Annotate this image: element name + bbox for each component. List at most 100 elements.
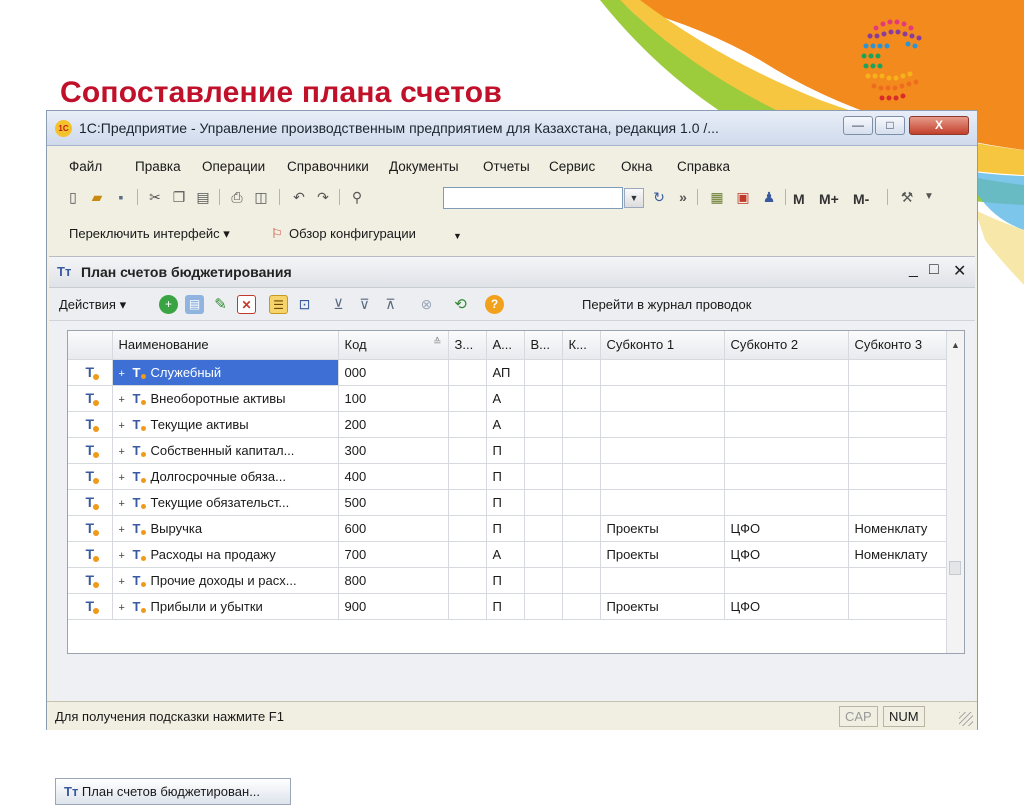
cell-name[interactable]: + Т Текущие обязательст... — [112, 489, 339, 516]
filter-by-value-icon[interactable]: ⊻ — [329, 295, 348, 314]
cell-s1[interactable] — [600, 411, 725, 438]
col-a[interactable]: А... — [486, 331, 525, 360]
edit-pencil-icon[interactable]: ✎ — [211, 295, 230, 314]
print-preview-icon[interactable]: ◫ — [251, 187, 271, 207]
col-icon[interactable] — [68, 331, 113, 360]
cell-code[interactable]: 800 — [338, 567, 449, 594]
cell-code[interactable]: 900 — [338, 593, 449, 620]
menu-reports[interactable]: Отчеты — [483, 159, 530, 174]
cell-k[interactable] — [562, 515, 601, 542]
cell-v[interactable] — [524, 437, 563, 464]
cell-k[interactable] — [562, 567, 601, 594]
col-z[interactable]: З... — [448, 331, 487, 360]
cell-s3[interactable] — [848, 437, 949, 464]
expand-icon[interactable]: + — [119, 394, 133, 406]
cell-s3[interactable] — [848, 385, 949, 412]
memory-plus-button[interactable]: M+ — [819, 191, 839, 207]
clear-filter-icon[interactable]: ⊗ — [417, 295, 436, 314]
cell-s1[interactable]: Проекты — [600, 515, 725, 542]
table-row[interactable]: Т + Т Собственный капитал... 300 П — [68, 437, 949, 464]
maximize-button[interactable]: □ — [875, 116, 905, 135]
menu-windows[interactable]: Окна — [621, 159, 652, 174]
back-icon[interactable]: ↶ — [289, 187, 309, 207]
cell-s3[interactable] — [848, 567, 949, 594]
cell-code[interactable]: 300 — [338, 437, 449, 464]
cell-code[interactable]: 100 — [338, 385, 449, 412]
doc-minimize-button[interactable]: _ — [909, 261, 918, 279]
cell-a[interactable]: П — [486, 463, 525, 490]
cell-v[interactable] — [524, 541, 563, 568]
help-icon[interactable]: ? — [485, 295, 504, 314]
table-row[interactable]: Т + Т Прочие доходы и расх... 800 П — [68, 567, 949, 594]
memory-button[interactable]: M — [793, 191, 805, 207]
cell-code[interactable]: 700 — [338, 541, 449, 568]
cell-s2[interactable] — [724, 437, 849, 464]
cell-k[interactable] — [562, 359, 601, 386]
cell-s3[interactable]: Номенклату — [848, 541, 949, 568]
expand-icon[interactable]: + — [119, 524, 133, 536]
expand-icon[interactable]: + — [119, 498, 133, 510]
cell-name[interactable]: + Т Прочие доходы и расх... — [112, 567, 339, 594]
cell-s3[interactable]: Номенклату — [848, 515, 949, 542]
table-row[interactable]: Т + Т Внеоборотные активы 100 А — [68, 385, 949, 412]
menu-file[interactable]: Файл — [69, 159, 102, 174]
users-icon[interactable]: ♟ — [759, 187, 779, 207]
table-row[interactable]: Т + Т Расходы на продажу 700 А Проекты ЦФО Номен… — [68, 541, 949, 568]
vertical-scrollbar[interactable]: ▲ — [946, 331, 964, 653]
cell-s3[interactable] — [848, 411, 949, 438]
cell-v[interactable] — [524, 567, 563, 594]
table-row[interactable]: Т + Т Текущие активы 200 А — [68, 411, 949, 438]
cell-a[interactable]: П — [486, 515, 525, 542]
switch-interface-button[interactable]: Переключить интерфейс ▾ — [69, 226, 230, 242]
table-row[interactable]: Т + Т Выручка 600 П Проекты ЦФО Номенклату — [68, 515, 949, 542]
cell-code[interactable]: 400 — [338, 463, 449, 490]
col-code[interactable]: Код ≙ — [338, 331, 449, 360]
search-dropdown-button[interactable]: ▼ — [624, 188, 644, 208]
filter-list-icon[interactable]: ⊼ — [381, 295, 400, 314]
cell-s3[interactable] — [848, 359, 949, 386]
cell-a[interactable]: А — [486, 411, 525, 438]
calculator-icon[interactable]: ▦ — [707, 187, 727, 207]
cell-k[interactable] — [562, 489, 601, 516]
open-folder-icon[interactable]: ▰ — [87, 187, 107, 207]
actions-menu[interactable]: Действия ▾ — [59, 297, 126, 313]
cell-code[interactable]: 000 — [338, 359, 449, 386]
doc-maximize-button[interactable]: □ — [929, 261, 939, 279]
col-name[interactable]: Наименование — [112, 331, 339, 360]
search-input[interactable] — [443, 187, 623, 209]
add-group-icon[interactable]: ▤ — [185, 295, 204, 314]
cell-s2[interactable] — [724, 463, 849, 490]
cell-code[interactable]: 500 — [338, 489, 449, 516]
cell-s2[interactable] — [724, 489, 849, 516]
more-icon[interactable]: » — [673, 187, 693, 207]
cell-k[interactable] — [562, 541, 601, 568]
expand-icon[interactable]: + — [119, 446, 133, 458]
table-row[interactable]: Т + Т Прибыли и убытки 900 П Проекты ЦФО — [68, 593, 949, 620]
cut-icon[interactable]: ✂ — [145, 187, 165, 207]
cell-name[interactable]: + Т Текущие активы — [112, 411, 339, 438]
cell-a[interactable]: П — [486, 489, 525, 516]
cell-s2[interactable]: ЦФО — [724, 541, 849, 568]
cell-a[interactable]: А — [486, 541, 525, 568]
cell-v[interactable] — [524, 463, 563, 490]
cell-s2[interactable]: ЦФО — [724, 593, 849, 620]
cell-v[interactable] — [524, 385, 563, 412]
expand-icon[interactable]: + — [119, 602, 133, 614]
find-next-icon[interactable]: ↻ — [649, 187, 669, 207]
cell-k[interactable] — [562, 385, 601, 412]
cell-a[interactable]: А — [486, 385, 525, 412]
new-document-icon[interactable]: ▯ — [63, 187, 83, 207]
col-v[interactable]: В... — [524, 331, 563, 360]
cell-code[interactable]: 200 — [338, 411, 449, 438]
cell-z[interactable] — [448, 515, 487, 542]
cell-name[interactable]: + Т Долгосрочные обяза... — [112, 463, 339, 490]
expand-icon[interactable]: + — [119, 550, 133, 562]
hierarchy-view-icon[interactable]: ☰ — [269, 295, 288, 314]
cell-v[interactable] — [524, 515, 563, 542]
cell-code[interactable]: 600 — [338, 515, 449, 542]
table-row[interactable]: Т + Т Служебный 000 АП — [68, 359, 949, 386]
menu-help[interactable]: Справка — [677, 159, 730, 174]
cell-s1[interactable] — [600, 463, 725, 490]
menu-edit[interactable]: Правка — [135, 159, 181, 174]
cell-z[interactable] — [448, 411, 487, 438]
